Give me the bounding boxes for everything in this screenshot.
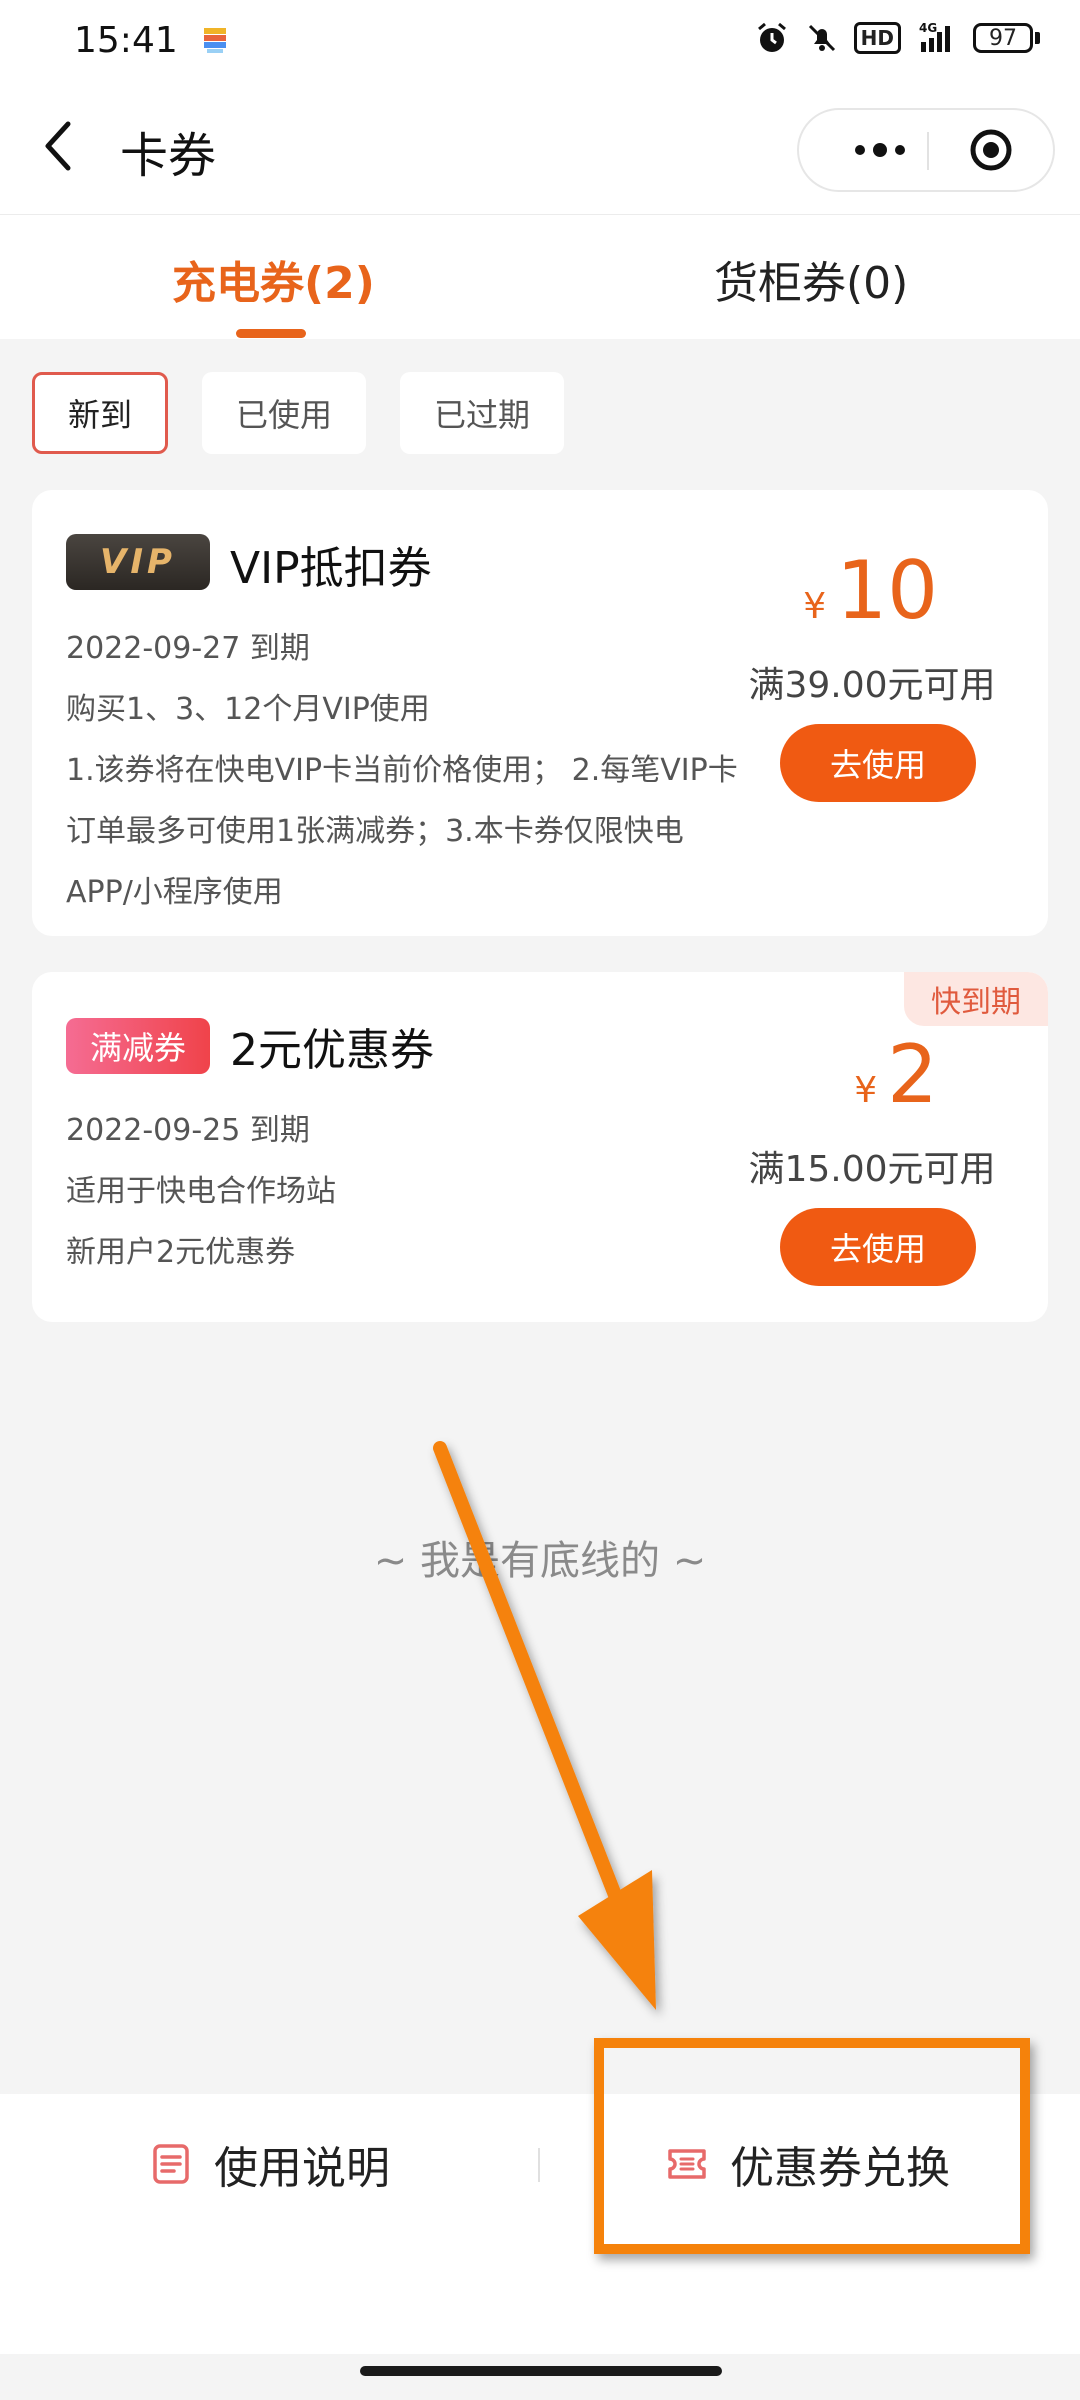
use-coupon-button[interactable]: 去使用: [780, 724, 976, 802]
coupon-description: 1.该券将在快电VIP卡当前价格使用； 2.每笔VIP卡订单最多可使用1张满减券…: [66, 753, 738, 910]
bottom-divider: [538, 2148, 540, 2182]
currency-symbol: ¥: [803, 586, 827, 627]
coupon-value: 2: [887, 1028, 938, 1121]
back-arrow-icon[interactable]: [40, 116, 76, 176]
highlight-box: [594, 2038, 1030, 2254]
battery-indicator: 97: [973, 23, 1040, 53]
expiring-soon-tag: 快到期: [904, 972, 1048, 1026]
coupon-title: 2元优惠券: [230, 1025, 434, 1076]
more-icon[interactable]: [835, 110, 925, 190]
app-notification-icon: [204, 28, 226, 53]
signal-icon: 4G: [919, 21, 950, 52]
page-title: 卡券: [120, 128, 217, 184]
coupon-amount: ¥2: [854, 1028, 938, 1121]
usage-instructions-label: 使用说明: [214, 2143, 390, 2194]
use-coupon-button[interactable]: 去使用: [780, 1208, 976, 1286]
vip-badge: VIP: [66, 534, 210, 590]
tab-charging-coupons[interactable]: 充电券(2): [172, 247, 375, 311]
filter-chips: 新到 已使用 已过期: [32, 372, 565, 454]
status-bar: 15:41 HD 4G 97: [0, 0, 1080, 86]
coupon-expiry: 2022-09-25 到期: [66, 1113, 310, 1148]
battery-level: 97: [973, 23, 1033, 53]
mute-icon: [808, 24, 835, 52]
coupon-description: 新用户2元优惠券: [66, 1235, 296, 1270]
tab-locker-coupons[interactable]: 货柜券(0): [714, 247, 908, 311]
nav-bar: 卡券: [0, 86, 1080, 215]
filter-new[interactable]: 新到: [32, 372, 169, 454]
coupon-min-spend: 满15.00元可用: [748, 1149, 996, 1190]
coupon-card: VIP VIP抵扣券 2022-09-27 到期 购买1、3、12个月VIP使用…: [32, 490, 1048, 936]
coupon-amount: ¥10: [803, 544, 938, 637]
svg-text:4G: 4G: [919, 21, 937, 35]
filter-used[interactable]: 已使用: [202, 372, 367, 454]
coupon-tabs: 充电券(2) 货柜券(0): [0, 215, 1080, 339]
document-icon: [153, 2144, 189, 2184]
coupon-scope: 购买1、3、12个月VIP使用: [66, 692, 430, 727]
coupon-title: VIP抵扣券: [230, 543, 432, 594]
currency-symbol: ¥: [854, 1070, 878, 1111]
coupon-card: 快到期 满减券 2元优惠券 2022-09-25 到期 适用于快电合作场站 新用…: [32, 972, 1048, 1322]
mini-program-capsule: [797, 108, 1055, 192]
hd-badge: HD: [853, 22, 901, 54]
filter-expired[interactable]: 已过期: [400, 372, 565, 454]
coupon-expiry: 2022-09-27 到期: [66, 631, 310, 666]
usage-instructions-button[interactable]: 使用说明: [150, 2094, 390, 2234]
coupon-scope: 适用于快电合作场站: [66, 1174, 336, 1209]
end-of-list-text: ~ 我是有底线的 ~: [373, 1538, 707, 1584]
capsule-divider: [927, 132, 929, 170]
coupon-value: 10: [836, 544, 938, 637]
home-indicator[interactable]: [360, 2366, 722, 2376]
coupon-min-spend: 满39.00元可用: [748, 665, 996, 706]
active-tab-indicator: [236, 329, 306, 338]
alarm-icon: [757, 22, 786, 52]
close-target-icon[interactable]: [969, 128, 1013, 172]
discount-badge: 满减券: [66, 1018, 210, 1074]
status-time: 15:41: [74, 20, 178, 61]
